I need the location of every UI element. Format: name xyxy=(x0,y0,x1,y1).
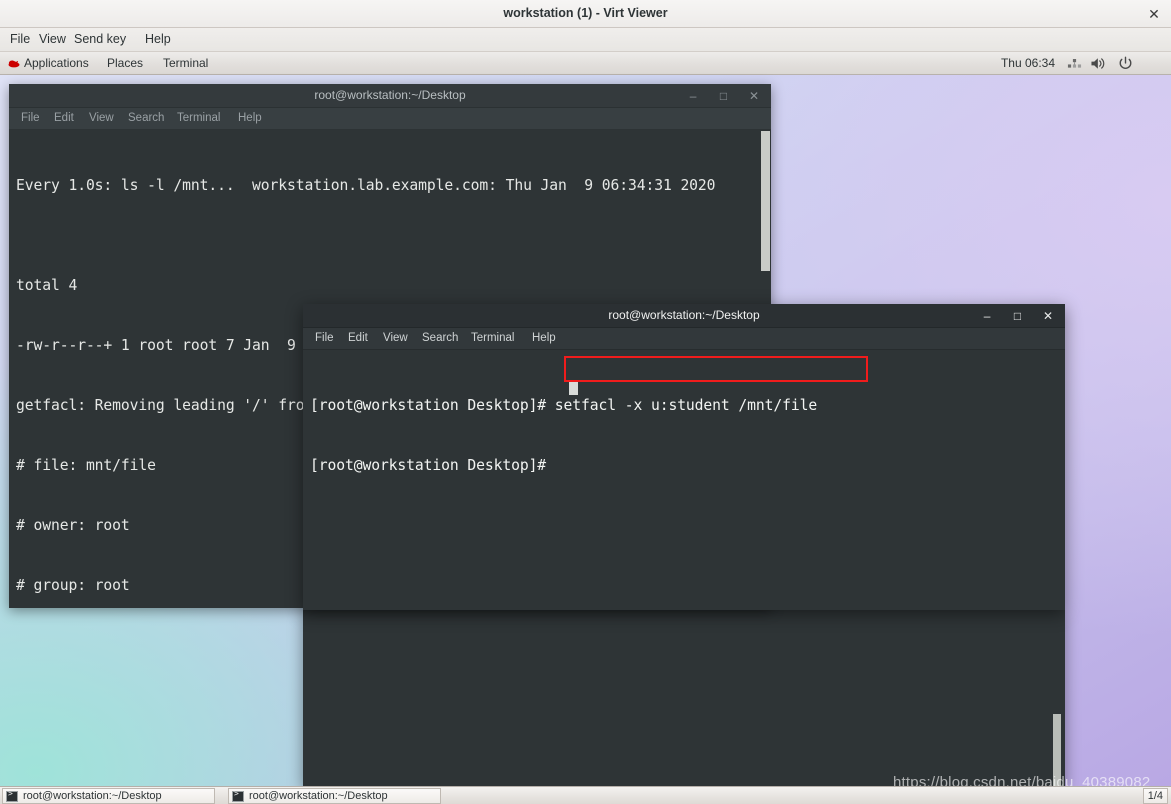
virt-viewer-menubar: File View Send key Help xyxy=(0,28,1171,52)
terminal-1-scrollbar[interactable] xyxy=(761,131,770,271)
terminal-1-menu-search[interactable]: Search xyxy=(128,108,164,129)
terminal-2-menu-help[interactable]: Help xyxy=(532,328,556,349)
screen-root: workstation (1) - Virt Viewer ✕ File Vie… xyxy=(0,0,1171,804)
terminal-1-menubar: File Edit View Search Terminal Help xyxy=(9,108,771,130)
terminal-window-2[interactable]: root@workstation:~/Desktop – □ ✕ File Ed… xyxy=(303,304,1065,610)
terminal-2-command-line: [root@workstation Desktop]# setfacl -x u… xyxy=(310,396,817,416)
power-icon[interactable] xyxy=(1118,56,1133,71)
terminal-2-maximize-button[interactable]: □ xyxy=(1005,304,1031,328)
taskbar-item-label: root@workstation:~/Desktop xyxy=(249,790,388,802)
terminal-2-menu-search[interactable]: Search xyxy=(422,328,458,349)
close-icon[interactable]: ✕ xyxy=(1145,5,1163,23)
panel-terminal[interactable]: Terminal xyxy=(163,52,208,74)
taskbar-item-terminal-2[interactable]: root@workstation:~/Desktop xyxy=(228,788,441,804)
terminal-2-minimize-button[interactable]: – xyxy=(974,304,1000,328)
menu-help[interactable]: Help xyxy=(139,28,177,51)
terminal-2-prompt: [root@workstation Desktop]# xyxy=(310,397,555,414)
virt-viewer-titlebar: workstation (1) - Virt Viewer ✕ xyxy=(0,0,1171,28)
volume-icon[interactable] xyxy=(1090,56,1107,71)
terminal-1-menu-view[interactable]: View xyxy=(89,108,114,129)
terminal-2-prompt-line: [root@workstation Desktop]# xyxy=(310,457,555,474)
taskbar-item-terminal-1[interactable]: root@workstation:~/Desktop xyxy=(2,788,215,804)
terminal-window-2-lower-panel xyxy=(303,610,1065,794)
terminal-1-maximize-button[interactable]: □ xyxy=(711,84,737,108)
terminal-2-titlebar[interactable]: root@workstation:~/Desktop – □ ✕ xyxy=(303,304,1065,328)
gnome-top-panel: Applications Places Terminal Thu 06:34 xyxy=(0,52,1171,75)
terminal-2-menu-edit[interactable]: Edit xyxy=(348,328,368,349)
terminal-1-menu-help[interactable]: Help xyxy=(238,108,262,129)
terminal-2-menu-terminal[interactable]: Terminal xyxy=(471,328,514,349)
terminal-1-titlebar[interactable]: root@workstation:~/Desktop – □ ✕ xyxy=(9,84,771,108)
taskbar-item-label: root@workstation:~/Desktop xyxy=(23,790,162,802)
panel-applications[interactable]: Applications xyxy=(24,52,89,74)
panel-places[interactable]: Places xyxy=(107,52,143,74)
menu-file[interactable]: File xyxy=(4,28,36,51)
terminal-1-menu-terminal[interactable]: Terminal xyxy=(177,108,220,129)
terminal-1-minimize-button[interactable]: – xyxy=(680,84,706,108)
terminal-icon xyxy=(6,789,18,802)
redhat-logo-icon xyxy=(8,60,20,68)
terminal-2-body[interactable]: [root@workstation Desktop]# setfacl -x u… xyxy=(303,350,1065,610)
terminal-2-menubar: File Edit View Search Terminal Help xyxy=(303,328,1065,350)
virt-viewer-title: workstation (1) - Virt Viewer xyxy=(503,6,668,20)
terminal-1-close-button[interactable]: ✕ xyxy=(741,84,767,108)
workspace-indicator[interactable]: 1/4 xyxy=(1142,788,1168,804)
terminal-icon xyxy=(232,789,244,802)
terminal-2-menu-file[interactable]: File xyxy=(315,328,334,349)
terminal-1-menu-edit[interactable]: Edit xyxy=(54,108,74,129)
terminal-2-command: setfacl -x u:student /mnt/file xyxy=(554,397,818,414)
terminal-2-scrollbar[interactable] xyxy=(1053,714,1061,794)
menu-view[interactable]: View xyxy=(33,28,72,51)
terminal-1-menu-file[interactable]: File xyxy=(21,108,40,129)
network-icon[interactable] xyxy=(1067,56,1082,71)
terminal-2-close-button[interactable]: ✕ xyxy=(1035,304,1061,328)
terminal-2-title: root@workstation:~/Desktop xyxy=(608,308,760,322)
terminal-1-line: Every 1.0s: ls -l /mnt... workstation.la… xyxy=(16,177,716,194)
terminal-1-line: total 4 xyxy=(16,277,78,294)
bottom-taskbar: root@workstation:~/Desktop root@workstat… xyxy=(0,786,1171,804)
menu-send-key[interactable]: Send key xyxy=(68,28,132,51)
terminal-2-cursor xyxy=(569,380,578,395)
terminal-1-title: root@workstation:~/Desktop xyxy=(314,88,466,102)
terminal-2-menu-view[interactable]: View xyxy=(383,328,408,349)
panel-clock[interactable]: Thu 06:34 xyxy=(1001,52,1055,74)
